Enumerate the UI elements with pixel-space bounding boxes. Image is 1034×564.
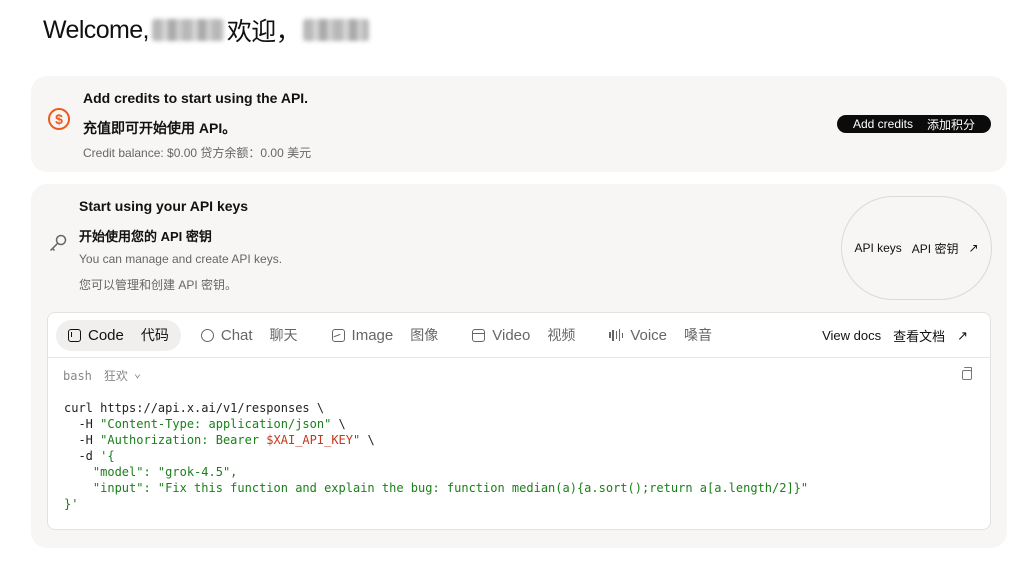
tab-chat-label: Chat bbox=[220, 326, 253, 344]
tab-video-label: Video bbox=[492, 326, 531, 344]
api-card-title: Start using your API keys bbox=[79, 198, 249, 214]
code-string: '{ bbox=[100, 449, 115, 463]
code-line: -d '{ bbox=[64, 449, 115, 463]
tab-voice-label-cn: 嗓音 bbox=[684, 327, 713, 343]
tab-image-label-cn: 图像 bbox=[410, 327, 439, 343]
code-example-panel: Code 代码 Chat 聊天 Image 图像 Video 视频 Voice bbox=[47, 312, 991, 530]
video-icon bbox=[472, 328, 486, 342]
code-line: -H "Content-Type: application/json" \ bbox=[64, 417, 346, 431]
tab-video-label-cn: 视频 bbox=[547, 327, 576, 343]
code-string: "Authorization: Bearer $XAI_API_KEY" bbox=[100, 433, 361, 447]
add-credits-label: Add credits bbox=[852, 117, 913, 131]
code-string: "Content-Type: application/json" bbox=[100, 417, 332, 431]
arrow-up-right-icon: ↗ bbox=[968, 241, 979, 255]
welcome-greeting: Welcome, bbox=[43, 15, 149, 44]
api-keys-button[interactable]: API keys API 密钥 ↗ bbox=[841, 196, 992, 300]
code-line: curl https://api.x.ai/v1/responses \ bbox=[64, 401, 325, 415]
redacted-username-cn bbox=[303, 19, 370, 41]
view-docs-label: View docs bbox=[822, 328, 882, 343]
tab-voice-label: Voice bbox=[630, 326, 668, 344]
dollar-circle-icon: $ bbox=[48, 108, 70, 130]
tab-code-label-cn: 代码 bbox=[140, 327, 169, 343]
welcome-greeting-cn: 欢迎， bbox=[226, 18, 301, 46]
code-line: "model": "grok-4.5", bbox=[64, 465, 238, 479]
tab-video[interactable]: Video 视频 bbox=[458, 320, 589, 351]
example-tabs: Code 代码 Chat 聊天 Image 图像 Video 视频 Voice bbox=[48, 313, 990, 358]
code-line: "input": "Fix this function and explain … bbox=[64, 481, 809, 495]
code-line: -H "Authorization: Bearer $XAI_API_KEY" … bbox=[64, 433, 375, 447]
code-block: curl https://api.x.ai/v1/responses \ -H … bbox=[64, 400, 808, 512]
key-icon bbox=[49, 234, 67, 252]
chat-icon bbox=[200, 328, 214, 342]
language-label: bash bbox=[63, 368, 92, 383]
tab-chat-label-cn: 聊天 bbox=[269, 327, 298, 343]
view-docs-link[interactable]: View docs 查看文档 ↗ bbox=[822, 326, 968, 345]
welcome-heading: Welcome, 欢迎， bbox=[43, 14, 372, 46]
credit-balance: Credit balance: $0.00 贷方余额：0.00 美元 bbox=[83, 146, 312, 160]
tab-chat[interactable]: Chat 聊天 bbox=[187, 320, 312, 351]
voice-icon bbox=[609, 329, 624, 342]
api-card-description: You can manage and create API keys. bbox=[79, 252, 283, 266]
copy-icon[interactable] bbox=[962, 367, 972, 380]
api-keys-card: Start using your API keys 开始使用您的 API 密钥 … bbox=[31, 184, 1007, 548]
tab-image[interactable]: Image 图像 bbox=[318, 320, 453, 351]
arrow-up-right-icon: ↗ bbox=[957, 327, 968, 343]
api-keys-label: API keys bbox=[854, 241, 902, 255]
credits-card-title: Add credits to start using the API. bbox=[83, 90, 309, 106]
add-credits-label-cn: 添加积分 bbox=[927, 117, 976, 132]
api-keys-label-cn: API 密钥 bbox=[911, 241, 959, 256]
add-credits-card: $ Add credits to start using the API. 充值… bbox=[31, 76, 1007, 172]
api-card-title-cn: 开始使用您的 API 密钥 bbox=[79, 229, 212, 244]
chevron-down-icon: ⌄ bbox=[133, 365, 142, 380]
redacted-username bbox=[151, 19, 224, 41]
credits-card-title-cn: 充值即可开始使用 API。 bbox=[83, 120, 237, 136]
tab-voice[interactable]: Voice 嗓音 bbox=[595, 320, 726, 351]
add-credits-button[interactable]: Add credits 添加积分 bbox=[837, 115, 991, 133]
image-icon bbox=[331, 328, 345, 342]
tab-image-label: Image bbox=[351, 326, 394, 344]
language-selector[interactable]: bash 狂欢 ⌄ bbox=[63, 365, 142, 384]
code-icon bbox=[68, 328, 81, 342]
language-label-cn: 狂欢 bbox=[103, 369, 128, 383]
code-variable: $XAI_API_KEY bbox=[266, 433, 353, 447]
code-line: }' bbox=[64, 497, 79, 511]
view-docs-label-cn: 查看文档 bbox=[893, 329, 946, 344]
tab-code-label: Code bbox=[88, 326, 124, 344]
api-card-description-cn: 您可以管理和创建 API 密钥。 bbox=[79, 278, 238, 292]
tab-code[interactable]: Code 代码 bbox=[56, 319, 181, 351]
